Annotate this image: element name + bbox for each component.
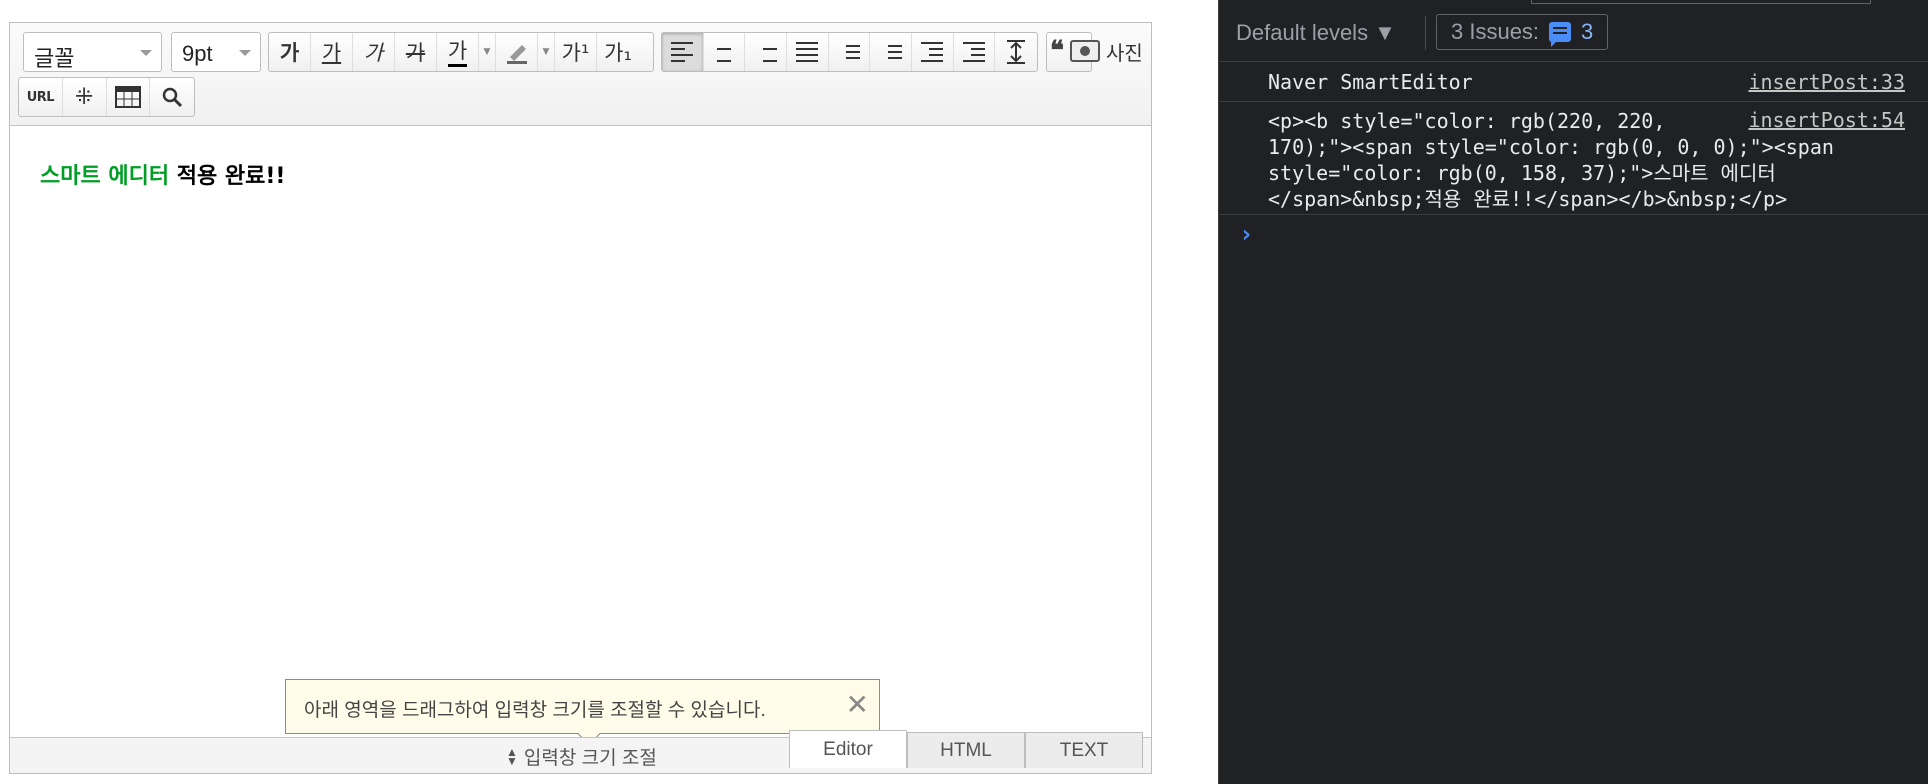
paragraph-group: [661, 32, 1038, 72]
quote-icon: ❝: [1050, 36, 1064, 66]
highlighter-icon: [506, 45, 527, 64]
toolbar-divider: [1425, 16, 1426, 50]
align-left-icon: [671, 42, 694, 62]
console-filter-input[interactable]: [1531, 0, 1871, 4]
message-source-link[interactable]: insertPost:54: [1742, 108, 1905, 132]
align-center-icon: [713, 42, 735, 62]
italic-icon: 가: [363, 41, 384, 65]
align-right-icon: [755, 42, 777, 62]
subscript-button[interactable]: 가₁: [597, 33, 639, 71]
justify-button[interactable]: [787, 33, 829, 71]
photo-button[interactable]: ❝ 사진: [1050, 32, 1143, 70]
line-height-button[interactable]: [995, 33, 1037, 71]
font-color-button[interactable]: 가: [437, 33, 479, 71]
italic-button[interactable]: 가: [353, 33, 395, 71]
black-text: 적용 완료!!: [169, 164, 286, 189]
table-button[interactable]: [107, 78, 151, 116]
message-text: Naver SmartEditor: [1268, 70, 1473, 94]
underline-button[interactable]: 가: [311, 33, 353, 71]
smart-editor: 글꼴 9pt 가 가 가 가 가 ▼ ▼ 가¹ 가₁ ❝ 사진 URL ⁜ 스마…: [9, 22, 1152, 774]
bold-icon: 가: [279, 41, 300, 65]
camera-icon: [1070, 40, 1100, 62]
up-down-icon: ▲ ▼: [506, 744, 518, 768]
tab-text[interactable]: TEXT: [1025, 732, 1143, 768]
url-button[interactable]: URL: [19, 78, 63, 116]
close-icon[interactable]: ✕: [846, 690, 869, 720]
outdent-icon: [921, 42, 944, 62]
special-char-button[interactable]: ⁜: [63, 78, 107, 116]
editor-content[interactable]: 스마트 에디터 적용 완료!!: [40, 158, 285, 190]
font-family-value: 글꼴: [34, 46, 75, 71]
font-color-dropdown[interactable]: ▼: [479, 33, 496, 71]
console-toolbar: Default levels ▼ 3 Issues: 3: [1219, 0, 1928, 62]
line-height-icon: [1007, 40, 1026, 64]
bold-button[interactable]: 가: [269, 33, 311, 71]
editor-toolbar: 글꼴 9pt 가 가 가 가 가 ▼ ▼ 가¹ 가₁ ❝ 사진 URL ⁜: [10, 23, 1151, 126]
chevron-down-icon: [239, 50, 251, 56]
resize-handle[interactable]: ▲ ▼ 입력창 크기 조절: [506, 743, 657, 770]
issues-count: 3: [1581, 19, 1594, 44]
console-message: Naver SmartEditor insertPost:33: [1219, 62, 1928, 102]
log-levels-dropdown[interactable]: Default levels ▼: [1236, 20, 1396, 46]
chevron-down-icon: [140, 50, 152, 56]
message-source-link[interactable]: insertPost:33: [1748, 70, 1905, 94]
green-text: 스마트 에디터: [40, 164, 170, 189]
tab-label: HTML: [940, 739, 992, 761]
link-icon: URL: [26, 89, 55, 105]
insert-group: URL ⁜: [18, 77, 195, 117]
chevron-down-icon: ▼: [483, 47, 491, 57]
tooltip-text: 아래 영역을 드래그하여 입력창 크기를 조절할 수 있습니다.: [304, 700, 766, 721]
tab-editor[interactable]: Editor: [789, 730, 907, 768]
issues-button[interactable]: 3 Issues: 3: [1436, 14, 1609, 50]
font-size-select[interactable]: 9pt: [171, 32, 261, 72]
highlight-button[interactable]: [496, 33, 538, 71]
superscript-icon: 가¹: [561, 41, 590, 65]
devtools-console: Default levels ▼ 3 Issues: 3 Naver Smart…: [1218, 0, 1928, 784]
text-style-group: 가 가 가 가 가 ▼ ▼ 가¹ 가₁: [268, 32, 654, 72]
align-center-button[interactable]: [704, 33, 746, 71]
console-message: <p><b style="color: rgb(220, 220, 170);"…: [1219, 102, 1928, 215]
indent-icon: [963, 42, 986, 62]
bullet-list-button[interactable]: [870, 33, 913, 71]
editor-bottom-bar: ▲ ▼ 입력창 크기 조절 Editor HTML TEXT: [10, 730, 1151, 773]
align-right-button[interactable]: [745, 33, 788, 71]
subscript-icon: 가₁: [604, 41, 632, 65]
highlight-dropdown[interactable]: ▼: [538, 33, 555, 71]
search-icon: [162, 87, 183, 108]
tab-label: TEXT: [1059, 739, 1109, 761]
bullet-list-icon: [880, 45, 902, 59]
strikethrough-icon: 가: [405, 41, 426, 65]
superscript-button[interactable]: 가¹: [555, 33, 597, 71]
strikethrough-button[interactable]: 가: [395, 33, 437, 71]
find-button[interactable]: [150, 78, 194, 116]
align-left-button[interactable]: [662, 33, 704, 71]
photo-label: 사진: [1106, 42, 1143, 65]
outdent-button[interactable]: [912, 33, 954, 71]
underline-icon: 가: [321, 41, 342, 65]
align-justify-icon: [796, 42, 819, 62]
font-size-value: 9pt: [182, 41, 213, 66]
chevron-down-icon: ▼: [542, 47, 550, 57]
resize-label: 입력창 크기 조절: [523, 748, 657, 769]
tab-html[interactable]: HTML: [907, 732, 1025, 768]
message-icon: [1549, 22, 1572, 47]
console-prompt[interactable]: ›: [1239, 220, 1253, 248]
ordered-list-button[interactable]: [829, 33, 871, 71]
font-family-select[interactable]: 글꼴: [23, 32, 162, 72]
special-char-icon: ⁜: [74, 84, 94, 110]
ordered-list-icon: [838, 45, 861, 59]
resize-tooltip: 아래 영역을 드래그하여 입력창 크기를 조절할 수 있습니다. ✕: [285, 679, 880, 746]
tab-label: Editor: [823, 738, 873, 760]
issues-label: 3 Issues:: [1451, 19, 1540, 44]
font-color-icon: 가: [447, 38, 468, 67]
indent-button[interactable]: [954, 33, 996, 71]
screen: 글꼴 9pt 가 가 가 가 가 ▼ ▼ 가¹ 가₁ ❝ 사진 URL ⁜ 스마…: [0, 0, 1928, 784]
table-icon: [114, 86, 141, 108]
